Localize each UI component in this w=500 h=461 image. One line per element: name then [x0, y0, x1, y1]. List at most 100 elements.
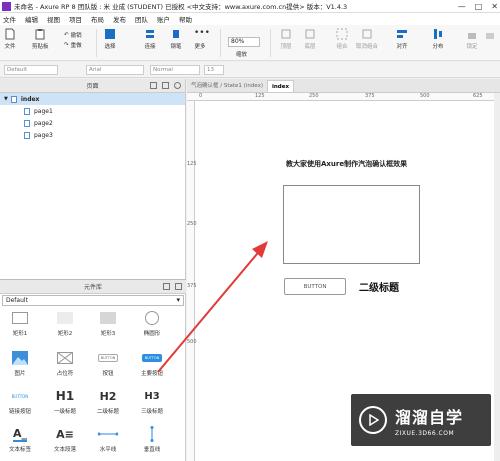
- pages-panel-header: 页面: [0, 79, 185, 93]
- clipboard-button[interactable]: 剪贴板: [32, 28, 49, 50]
- send-back-icon: [305, 29, 315, 39]
- widget-rect3[interactable]: 矩形3: [88, 310, 128, 337]
- vline-icon: [149, 426, 155, 442]
- menu-account[interactable]: 账户: [157, 14, 170, 24]
- menu-icon[interactable]: [175, 283, 182, 290]
- paragraph-icon: A≡: [56, 427, 74, 441]
- undo-button[interactable]: ↶ 撤销: [64, 31, 82, 39]
- button-icon: BUTTON: [98, 350, 118, 366]
- widget-h3[interactable]: H3 三级标题: [132, 388, 172, 416]
- watermark-logo: 溜溜自学 ZIXUE.3D66.COM: [351, 394, 491, 446]
- menu-view[interactable]: 视图: [47, 14, 60, 24]
- expand-icon[interactable]: ▼: [4, 96, 8, 102]
- canvas-tabs: 气泡确认框 / State1 (index) index: [187, 79, 500, 93]
- vertical-scrollbar[interactable]: [494, 93, 500, 461]
- clipboard-icon: [35, 29, 45, 40]
- file-button[interactable]: 文件: [4, 28, 16, 50]
- library-panel: 元件库 Default 矩形1 矩形2 矩形3 椭圆形 图片: [0, 279, 186, 461]
- page-item-page1[interactable]: page1: [0, 105, 185, 117]
- widget-paragraph[interactable]: A≡ 文本段落: [45, 426, 85, 454]
- font-select[interactable]: Arial: [86, 65, 144, 75]
- widget-placeholder[interactable]: 占位符: [45, 350, 85, 377]
- font-size-select[interactable]: 13: [204, 65, 224, 75]
- select-icon: [105, 29, 115, 39]
- horizontal-ruler: 0 125 250 375 500 625: [187, 93, 500, 101]
- widget-link-button[interactable]: BUTTON 链接按钮: [0, 388, 40, 416]
- menu-project[interactable]: 项目: [69, 14, 82, 24]
- style-select[interactable]: Default: [4, 65, 58, 75]
- ungroup-icon: [362, 29, 372, 39]
- more-button[interactable]: ••• 更多: [194, 28, 210, 50]
- menu-help[interactable]: 帮助: [179, 14, 192, 24]
- maximize-icon[interactable]: □: [475, 2, 483, 11]
- page-item-page3[interactable]: page3: [0, 129, 185, 141]
- widget-text-label[interactable]: A_ 文本标签: [0, 426, 40, 454]
- search-icon[interactable]: [174, 82, 181, 89]
- bubble-rectangle[interactable]: [283, 185, 420, 264]
- menu-team[interactable]: 团队: [135, 14, 148, 24]
- group-icon: [336, 28, 348, 40]
- canvas-h2-label[interactable]: 二级标题: [359, 279, 399, 294]
- widget-rect2[interactable]: 矩形2: [45, 310, 85, 337]
- library-select[interactable]: Default: [2, 295, 184, 306]
- add-library-icon[interactable]: [163, 283, 170, 290]
- menu-edit[interactable]: 编辑: [25, 14, 38, 24]
- window-title: 未命名 - Axure RP 8 团队版 : 米 业成 (STUDENT) 已授…: [14, 3, 348, 11]
- ellipse-icon: [145, 310, 159, 326]
- close-icon[interactable]: ✕: [491, 2, 498, 11]
- canvas-button[interactable]: BUTTON: [284, 278, 346, 295]
- unlock-button[interactable]: [484, 28, 496, 42]
- add-page-icon[interactable]: [150, 82, 157, 89]
- link-button-icon: BUTTON: [11, 393, 29, 399]
- select-button[interactable]: 选择: [104, 28, 116, 50]
- widget-rect1[interactable]: 矩形1: [0, 310, 40, 337]
- page-icon: [24, 107, 30, 115]
- distribute-icon: [434, 29, 442, 39]
- top-button[interactable]: 顶层: [280, 28, 292, 50]
- file-icon: [5, 28, 15, 40]
- align-icon: [397, 30, 407, 38]
- ungroup-button[interactable]: 取消组合: [356, 28, 378, 50]
- page-icon: [24, 119, 30, 127]
- canvas-heading[interactable]: 教大家使用Axure制作汽泡确认框效果: [286, 159, 407, 169]
- app-logo: [2, 1, 11, 11]
- widget-h2[interactable]: H2 二级标题: [88, 388, 128, 416]
- tab-bubble-state[interactable]: 气泡确认框 / State1 (index): [187, 80, 267, 92]
- menu-arrange[interactable]: 布局: [91, 14, 104, 24]
- tab-index[interactable]: index: [267, 80, 295, 92]
- minimize-icon[interactable]: —: [458, 2, 466, 11]
- zoom-label: 缩放: [236, 52, 248, 58]
- unlock-icon: [486, 33, 494, 39]
- menu-publish[interactable]: 发布: [113, 14, 126, 24]
- widget-image[interactable]: 图片: [0, 350, 40, 377]
- lock-button[interactable]: 锁定: [466, 28, 478, 50]
- group-button[interactable]: 组合: [336, 28, 348, 50]
- bottom-button[interactable]: 底层: [304, 28, 316, 50]
- widget-primary-button[interactable]: BUTTON 主要按钮: [132, 350, 172, 377]
- pen-button[interactable]: 钢笔: [170, 28, 182, 50]
- widget-h1[interactable]: H1 一级标题: [45, 388, 85, 415]
- distribute-button[interactable]: 分布: [432, 28, 444, 50]
- zoom-select[interactable]: 80%: [228, 37, 260, 47]
- menu-file[interactable]: 文件: [3, 14, 16, 24]
- widget-ellipse[interactable]: 椭圆形: [132, 310, 172, 337]
- widget-button[interactable]: BUTTON 按钮: [88, 350, 128, 377]
- align-button[interactable]: 对齐: [396, 28, 408, 50]
- connect-button[interactable]: 连接: [144, 28, 156, 50]
- lock-icon: [468, 33, 476, 39]
- watermark-url: ZIXUE.3D66.COM: [395, 429, 455, 437]
- weight-select[interactable]: Normal: [150, 65, 200, 75]
- redo-icon: ↷: [64, 42, 69, 48]
- page-item-page2[interactable]: page2: [0, 117, 185, 129]
- page-item-index[interactable]: ▼ index: [0, 93, 185, 105]
- window-titlebar: 未命名 - Axure RP 8 团队版 : 米 业成 (STUDENT) 已授…: [0, 0, 500, 13]
- library-panel-header: 元件库: [0, 280, 186, 294]
- redo-button[interactable]: ↷ 重做: [64, 41, 82, 49]
- h3-icon: H3: [144, 390, 160, 402]
- add-folder-icon[interactable]: [162, 82, 169, 89]
- connect-icon: [146, 30, 154, 38]
- widget-hline[interactable]: 水平线: [88, 426, 128, 453]
- style-toolbar: Default Arial Normal 13: [0, 62, 500, 78]
- widget-vline[interactable]: 垂直线: [132, 426, 172, 453]
- vertical-ruler: 125 250 375 500: [187, 101, 197, 461]
